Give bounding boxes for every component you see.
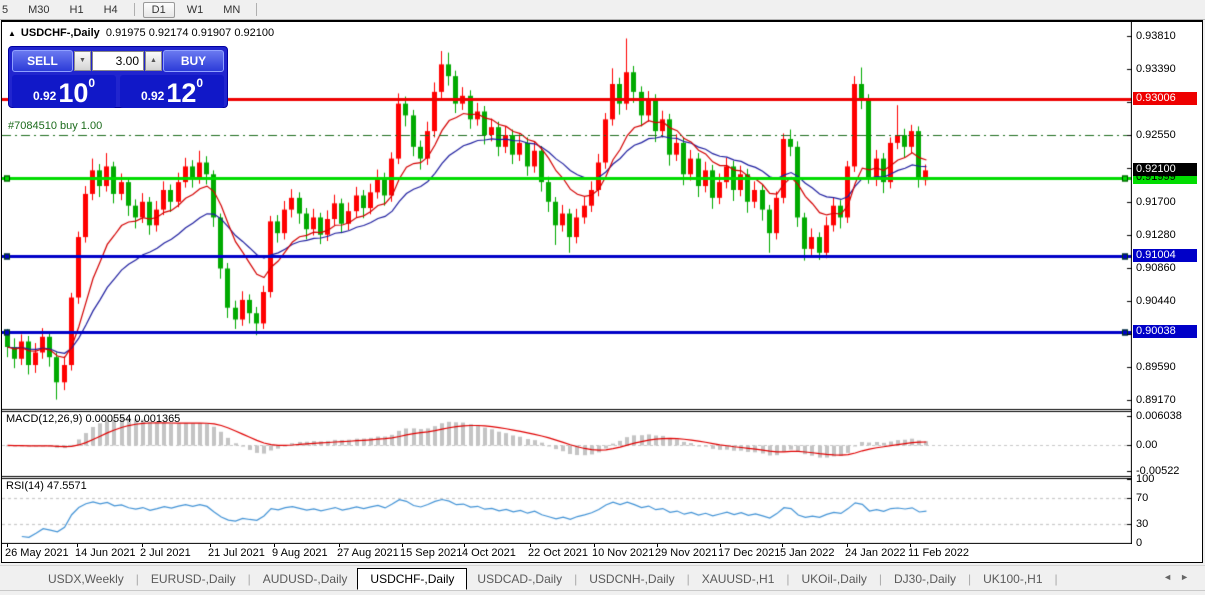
time-axis: 26 May 2021 14 Jun 2021 2 Jul 2021 21 Jul 2… [2, 544, 1132, 562]
collapse-panel-icon[interactable]: ▲ [8, 29, 16, 38]
tab-separator: | [786, 571, 790, 586]
tab-scroll-left-icon[interactable]: ◄ [1163, 572, 1180, 582]
rsi-value: 47.5571 [46, 480, 87, 492]
timeframe-button-mn[interactable]: MN [215, 3, 248, 17]
date-tick-label: 11 Feb 2022 [908, 547, 969, 559]
price-tick-label: 0.93810 [1136, 30, 1176, 43]
date-tick-label: 4 Oct 2021 [462, 547, 516, 559]
current-price-label: 0.92100 [1133, 163, 1197, 177]
price-axis: 0.938100.933900.929700.925500.921300.917… [1133, 22, 1202, 549]
tab-separator: | [878, 571, 882, 586]
date-tick-label: 24 Jan 2022 [845, 547, 906, 559]
macd-tick-label: 0.006038 [1136, 409, 1182, 422]
toolbar-separator [133, 3, 135, 16]
one-click-trade-panel: SELL ▼ 3.00 ▲ BUY 0.92 10 0 0.92 12 0 [8, 46, 228, 108]
window-bottom-strip [0, 590, 1205, 595]
timeframe-button-d1[interactable]: D1 [142, 1, 175, 18]
price-level-label: 0.91004 [1133, 249, 1197, 263]
tab-separator: | [1054, 571, 1058, 586]
chart-tab-usdx-weekly[interactable]: USDX,Weekly [38, 568, 134, 590]
price-tick-label: 0.89170 [1136, 394, 1176, 407]
bid-prefix: 0.92 [32, 89, 57, 103]
symbol-period-label: USDCHF-,Daily [20, 27, 100, 39]
date-tick-label: 5 Jan 2022 [780, 547, 835, 559]
date-tick-label: 26 May 2021 [5, 547, 69, 559]
chart-title: ▲ USDCHF-,Daily 0.91975 0.92174 0.91907 0… [8, 27, 274, 39]
ask-pips: 12 [166, 78, 197, 108]
mt4-chart-window: 5 M30 H1 H4 D1 W1 MN ▲ USDCHF-,Daily 0.91975 0.… [0, 0, 1205, 595]
timeframe-button-5[interactable]: 5 [0, 3, 16, 17]
price-tick-label: 0.93390 [1136, 63, 1176, 76]
tab-separator: | [686, 571, 690, 586]
ohlc-values: 0.91975 0.92174 0.91907 0.92100 [105, 27, 275, 39]
price-level-label: 0.90038 [1133, 325, 1197, 339]
chart-tab-ukoil-daily[interactable]: UKOil-,Daily [792, 568, 877, 590]
price-tick-label: 0.90440 [1136, 294, 1176, 307]
ask-prefix: 0.92 [140, 89, 165, 103]
volume-input[interactable]: 3.00 [92, 51, 144, 71]
open-order-label[interactable]: #7084510 buy 1.00 [8, 120, 102, 132]
chart-tab-usdcnh-daily[interactable]: USDCNH-,Daily [579, 568, 684, 590]
price-tick-label: 0.89590 [1136, 361, 1176, 374]
macd-indicator-label: MACD(12,26,9) 0.000554 0.001365 [6, 413, 181, 425]
tab-separator: | [574, 571, 578, 586]
timeframe-button-h1[interactable]: H1 [62, 3, 92, 17]
rsi-tick-label: 70 [1136, 492, 1149, 505]
date-tick-label: 21 Jul 2021 [208, 547, 265, 559]
date-tick-label: 9 Aug 2021 [272, 547, 328, 559]
tab-separator: | [968, 571, 972, 586]
timeframe-toolbar: 5 M30 H1 H4 D1 W1 MN [0, 0, 1205, 20]
price-tick-label: 0.91280 [1136, 228, 1176, 241]
timeframe-button-h4[interactable]: H4 [96, 3, 126, 17]
date-tick-label: 27 Aug 2021 [337, 547, 399, 559]
chart-tab-audusd-daily[interactable]: AUDUSD-,Daily [253, 568, 358, 590]
rsi-tick-label: 100 [1136, 473, 1155, 485]
tab-separator: | [135, 571, 139, 586]
macd-tick-label: 0.00 [1136, 439, 1158, 452]
price-tick-label: 0.92550 [1136, 129, 1176, 142]
date-tick-label: 29 Nov 2021 [655, 547, 718, 559]
chart-tab-usdchf-daily[interactable]: USDCHF-,Daily [357, 568, 468, 590]
sell-button[interactable]: SELL [12, 50, 73, 72]
toolbar-separator [256, 3, 258, 16]
chart-tab-usdcad-daily[interactable]: USDCAD-,Daily [467, 568, 572, 590]
bid-pips: 10 [58, 78, 89, 108]
chart-tab-bar: USDX,Weekly | EURUSD-,Daily | AUDUSD-,Daily U… [0, 565, 1205, 591]
chart-tab-uk100-h1[interactable]: UK100-,H1 [973, 568, 1052, 590]
date-tick-label: 2 Jul 2021 [140, 547, 191, 559]
ask-price-button[interactable]: 0.92 12 0 [120, 75, 224, 108]
chart-tab-eurusd-daily[interactable]: EURUSD-,Daily [141, 568, 246, 590]
volume-increase-button[interactable]: ▲ [145, 51, 162, 71]
rsi-tick-label: 30 [1136, 517, 1149, 530]
date-tick-label: 22 Oct 2021 [528, 547, 588, 559]
rsi-tick-label: 0 [1136, 537, 1143, 549]
rsi-indicator-label: RSI(14) 47.5571 [6, 480, 87, 492]
chart-tab-dj30-daily[interactable]: DJ30-,Daily [884, 568, 966, 590]
timeframe-button-m30[interactable]: M30 [20, 3, 57, 17]
tab-separator: | [247, 571, 251, 586]
price-tick-label: 0.90860 [1136, 261, 1176, 274]
price-level-label: 0.93006 [1133, 92, 1197, 106]
buy-button[interactable]: BUY [163, 50, 224, 72]
date-tick-label: 17 Dec 2021 [718, 547, 781, 559]
chart-tab-xauusd-h1[interactable]: XAUUSD-,H1 [692, 568, 785, 590]
date-tick-label: 10 Nov 2021 [592, 547, 655, 559]
chart-frame: ▲ USDCHF-,Daily 0.91975 0.92174 0.91907 0… [1, 20, 1203, 563]
timeframe-button-w1[interactable]: W1 [179, 3, 212, 17]
ask-point: 0 [196, 76, 204, 90]
price-tick-label: 0.91700 [1136, 195, 1176, 208]
macd-values: 0.000554 0.001365 [85, 413, 181, 425]
bid-point: 0 [88, 76, 96, 90]
volume-decrease-button[interactable]: ▼ [74, 51, 91, 71]
bid-price-button[interactable]: 0.92 10 0 [12, 75, 116, 108]
tab-scroll-right-icon[interactable]: ► [1180, 572, 1197, 582]
date-tick-label: 14 Jun 2021 [75, 547, 136, 559]
date-tick-label: 15 Sep 2021 [400, 547, 463, 559]
